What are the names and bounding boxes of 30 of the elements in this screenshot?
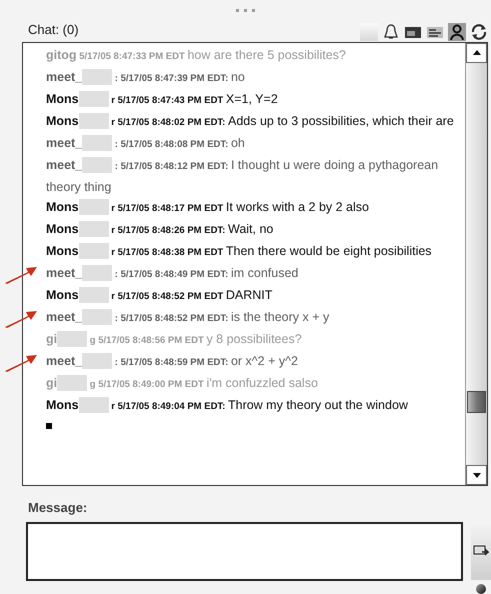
message-field[interactable] bbox=[26, 522, 463, 581]
send-icon bbox=[473, 544, 489, 558]
chat-message: Mons r 5/17/05 8:49:04 PM EDT: Throw my theory out the window bbox=[46, 396, 409, 416]
chat-message: Mons r 5/17/05 8:48:17 PM EDT It works with a 2 by 2 also bbox=[46, 198, 370, 218]
scroll-up-icon[interactable] bbox=[466, 42, 487, 63]
chat-message: Mons r 5/17/05 8:48:02 PM EDT: Adds up to 3 possibilities, which their are bbox=[46, 112, 455, 132]
chat-message: meet_ : 5/17/05 8:48:12 PM EDT: I thought u were doing a pythagorean theory thing bbox=[46, 156, 440, 196]
chat-message: gi g 5/17/05 8:49:00 PM EDT i'm confuzzled salso bbox=[46, 374, 319, 394]
chat-message: Mons r 5/17/05 8:48:52 PM EDT DARNIT bbox=[46, 286, 274, 306]
scrollbar[interactable] bbox=[465, 42, 487, 485]
scroll-thumb[interactable] bbox=[467, 391, 486, 413]
person-icon[interactable] bbox=[448, 22, 466, 41]
chat-message: Mons r 5/17/05 8:48:26 PM EDT: Wait, no bbox=[46, 220, 274, 240]
chat-message: meet_ : 5/17/05 8:47:39 PM EDT: no bbox=[46, 68, 246, 88]
chat-message: gi g 5/17/05 8:48:56 PM EDT y 8 possibilitees? bbox=[46, 330, 303, 350]
status-icon bbox=[476, 584, 486, 594]
chat-message: meet_ : 5/17/05 8:48:08 PM EDT: oh bbox=[46, 134, 246, 154]
cursor-icon bbox=[46, 422, 52, 429]
chat-title: Chat: (0) bbox=[28, 21, 79, 40]
scroll-down-icon[interactable] bbox=[466, 465, 487, 485]
bell-icon[interactable] bbox=[382, 22, 400, 41]
chat-message: Mons r 5/17/05 8:48:38 PM EDT Then there would be eight posibilities bbox=[46, 242, 433, 262]
refresh-icon[interactable] bbox=[470, 22, 488, 41]
chat-message: meet_ : 5/17/05 8:48:52 PM EDT: is the theory x + y bbox=[46, 306, 459, 329]
chat-message: gitog 5/17/05 8:47:33 PM EDT how are there 5 possibilites? bbox=[46, 46, 347, 64]
message-label: Message: bbox=[28, 500, 88, 515]
chat-message: meet_ : 5/17/05 8:48:49 PM EDT: im confused bbox=[46, 262, 459, 285]
chat-message: meet_ : 5/17/05 8:48:59 PM EDT: or x^2 + y^2 bbox=[46, 350, 459, 373]
chat-message: Mons r 5/17/05 8:47:43 PM EDT X=1, Y=2 bbox=[46, 90, 279, 110]
resize-handle-icon[interactable] bbox=[236, 8, 255, 12]
